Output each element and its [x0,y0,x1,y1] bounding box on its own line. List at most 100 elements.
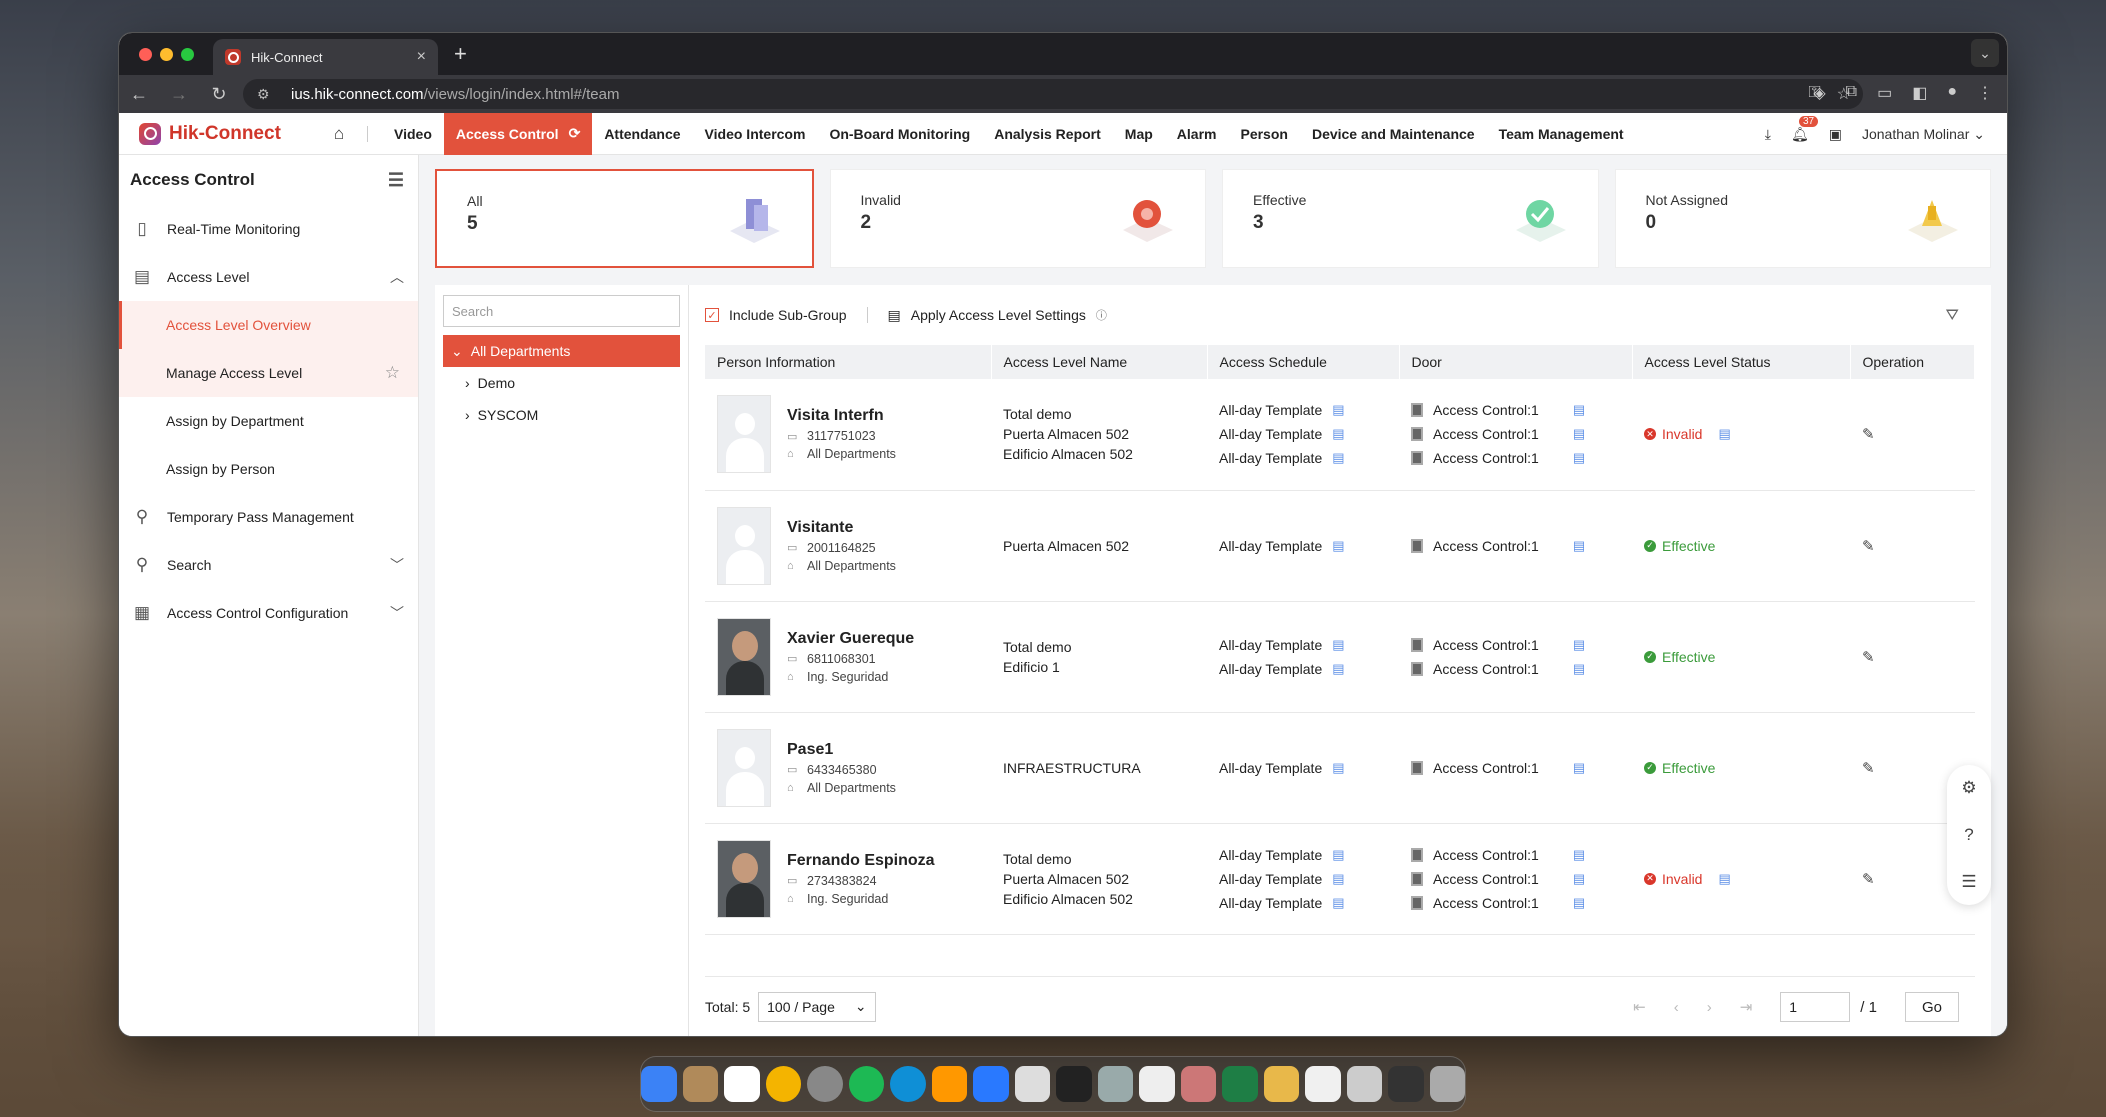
edit-icon[interactable]: ✎ [1862,649,1875,666]
door-details-icon[interactable]: ▤ [1573,657,1585,681]
window-thumb-icon[interactable] [1388,1066,1424,1102]
back-icon[interactable]: ← [119,84,159,105]
door-details-icon[interactable]: ▤ [1573,756,1585,780]
nav-analysis-report[interactable]: Analysis Report [982,113,1113,155]
sublime-text-icon[interactable] [931,1066,967,1102]
nav-map[interactable]: Map [1113,113,1165,155]
sidebar-sub-manage-access-level[interactable]: Manage Access Level ☆ [119,349,418,397]
tree-node-syscom[interactable]: › SYSCOM [443,399,680,431]
notification-bell-icon[interactable]: 🔔︎ 37 [1791,115,1819,143]
info-icon[interactable]: ⓘ [1096,307,1107,323]
card-effective[interactable]: Effective 3 [1222,169,1599,268]
task-center-icon[interactable]: ▣ [1829,126,1842,143]
minimize-window-button[interactable] [160,48,173,61]
folder-icon[interactable] [1263,1066,1299,1102]
user-menu[interactable]: Jonathan Molinar ⌄ [1862,126,1985,143]
menu-list-icon[interactable]: ☰ [1961,872,1976,892]
robot-assistant-icon[interactable]: ⚙ [1961,778,1976,798]
favorite-star-icon[interactable]: ☆ [385,363,400,383]
window-thumb-icon[interactable] [1346,1066,1382,1102]
nav-access-control[interactable]: Access Control ⟳ [443,112,593,155]
last-page-icon[interactable]: ⇥ [1740,998,1753,1016]
help-icon[interactable]: ? [1964,825,1973,845]
door-details-icon[interactable]: ▤ [1573,633,1585,657]
nav-team-management[interactable]: Team Management [1487,113,1636,155]
sidebar-sub-access-level-overview[interactable]: Access Level Overview [119,301,418,349]
card-not-assigned[interactable]: Not Assigned 0 [1614,169,1991,268]
sidebar-item-real-time-monitoring[interactable]: ▯ Real-Time Monitoring [119,205,418,253]
edit-icon[interactable]: ✎ [1862,426,1875,443]
sidebar-item-search[interactable]: ⚲ Search ﹀ [119,541,418,589]
tree-node-all-departments[interactable]: ⌄ All Departments [443,335,680,367]
zoom-window-button[interactable] [181,48,194,61]
schedule-details-icon[interactable]: ▤ [1332,756,1344,780]
close-tab-icon[interactable]: × [417,48,426,66]
door-details-icon[interactable]: ▤ [1573,398,1585,422]
document-icon[interactable] [1305,1066,1341,1102]
refresh-icon[interactable]: ⟳ [569,125,581,142]
include-subgroup-checkbox[interactable]: ✓ [705,308,719,322]
browser-tab[interactable]: Hik-Connect × [213,39,438,75]
extension-icon[interactable]: ◈ [1813,83,1825,103]
reload-icon[interactable]: ↻ [199,84,239,105]
app-icon[interactable] [1180,1066,1216,1102]
door-details-icon[interactable]: ▤ [1573,891,1585,915]
app-logo[interactable]: Hik-Connect [139,122,325,145]
first-page-icon[interactable]: ⇤ [1633,998,1646,1016]
go-button[interactable]: Go [1904,992,1959,1022]
door-details-icon[interactable]: ▤ [1573,446,1585,470]
chevron-right-icon[interactable]: › [465,375,470,391]
card-all[interactable]: All 5 [435,169,814,268]
preview-icon[interactable] [1097,1066,1133,1102]
sidebar-item-access-level[interactable]: ▤ Access Level ︿ [119,253,418,301]
person-name[interactable]: Xavier Guereque [787,630,914,648]
trash-icon[interactable] [1429,1066,1465,1102]
app-icon[interactable] [1014,1066,1050,1102]
close-window-button[interactable] [139,48,152,61]
nav-person[interactable]: Person [1228,113,1299,155]
sidebar-item-access-control-config[interactable]: ▦ Access Control Configuration ﹀ [119,589,418,637]
excel-icon[interactable] [1222,1066,1258,1102]
sidebar-sub-assign-by-person[interactable]: Assign by Person [119,445,418,493]
status-details-icon[interactable]: ▤ [1718,871,1730,887]
spotify-icon[interactable] [848,1066,884,1102]
collapse-sidebar-icon[interactable]: ☰ [388,170,404,191]
schedule-details-icon[interactable]: ▤ [1332,446,1344,470]
download-icon[interactable]: ⤓ [1765,126,1771,143]
profile-avatar-icon[interactable]: ● [1947,83,1957,103]
terminal-icon[interactable] [1056,1066,1092,1102]
textedit-icon[interactable] [1139,1066,1175,1102]
nav-video-intercom[interactable]: Video Intercom [693,113,818,155]
schedule-details-icon[interactable]: ▤ [1332,422,1344,446]
home-icon[interactable]: ⌂ [325,124,353,144]
forward-icon[interactable]: → [159,84,199,105]
schedule-details-icon[interactable]: ▤ [1332,657,1344,681]
per-page-select[interactable]: 100 / Page ⌄ [758,991,876,1022]
apply-settings-button[interactable]: Apply Access Level Settings [911,307,1086,323]
person-name[interactable]: Visitante [787,519,896,537]
finder-icon[interactable] [641,1066,677,1102]
tab-search-icon[interactable]: ⌄ [1971,39,1999,67]
schedule-details-icon[interactable]: ▤ [1332,633,1344,657]
vscode-icon[interactable] [973,1066,1009,1102]
page-number-input[interactable]: 1 [1780,992,1851,1022]
extensions-puzzle-icon[interactable]: ⧉ [1846,83,1857,103]
nav-device-maintenance[interactable]: Device and Maintenance [1300,113,1487,155]
door-details-icon[interactable]: ▤ [1573,534,1585,558]
site-info-icon[interactable]: ⚙ [257,86,270,103]
door-details-icon[interactable]: ▤ [1573,422,1585,446]
nav-alarm[interactable]: Alarm [1165,113,1229,155]
browser-menu-icon[interactable]: ⋮ [1977,83,1993,103]
schedule-details-icon[interactable]: ▤ [1332,534,1344,558]
nav-video[interactable]: Video [382,113,444,155]
prev-page-icon[interactable]: ‹ [1674,999,1679,1016]
edit-icon[interactable]: ✎ [1862,538,1875,555]
chrome-icon[interactable] [765,1066,801,1102]
schedule-details-icon[interactable]: ▤ [1332,867,1344,891]
side-panel-icon[interactable]: ◧ [1912,83,1927,103]
schedule-details-icon[interactable]: ▤ [1332,891,1344,915]
person-name[interactable]: Pase1 [787,741,896,759]
chevron-right-icon[interactable]: › [465,407,470,423]
url-bar[interactable]: ⚙ ius.hik-connect.com/views/login/index.… [243,79,1863,109]
calendar-icon[interactable] [724,1066,760,1102]
